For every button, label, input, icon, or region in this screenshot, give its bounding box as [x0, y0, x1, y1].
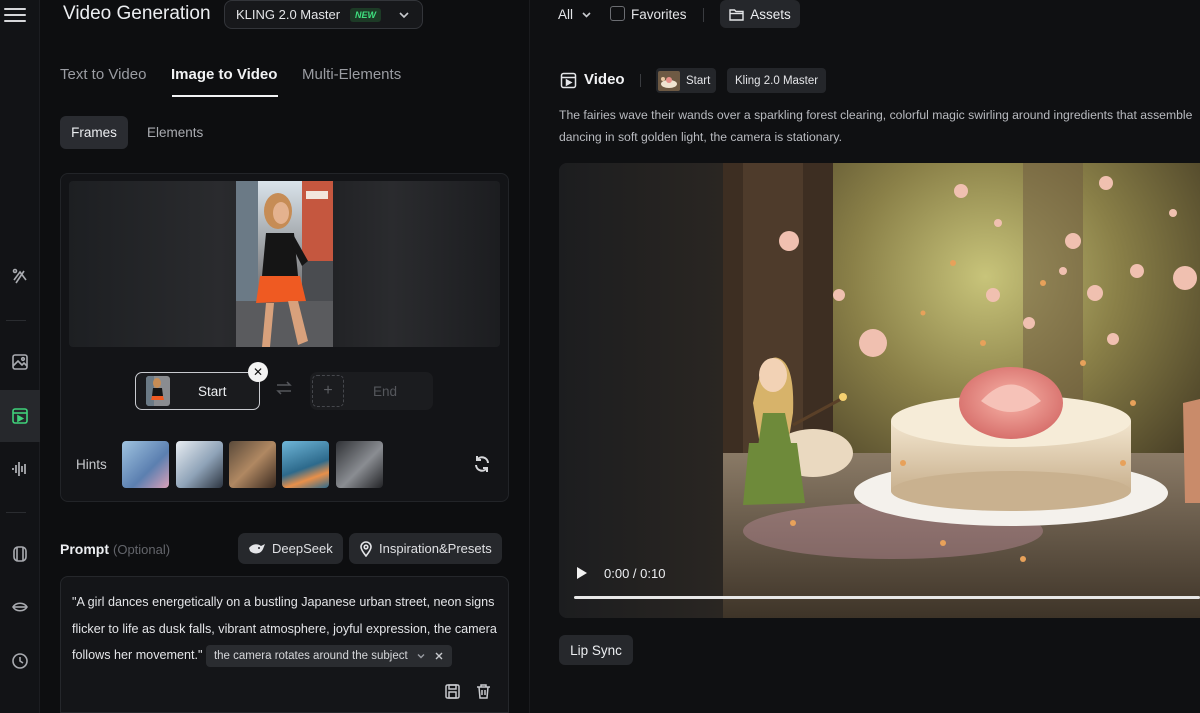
- tab-multi-elements[interactable]: Multi-Elements: [302, 66, 401, 83]
- video-description-line: dancing in soft golden light, the camera…: [559, 129, 842, 144]
- segment-elements[interactable]: Elements: [147, 125, 203, 140]
- deepseek-label: DeepSeek: [272, 541, 333, 556]
- start-frame-chip[interactable]: Start: [135, 372, 260, 410]
- deepseek-icon: [249, 543, 265, 553]
- start-frame-image: [236, 181, 333, 347]
- model-select-label: KLING 2.0 Master: [236, 7, 341, 22]
- start-frame-tag: Start: [656, 68, 717, 93]
- chevron-down-icon[interactable]: [416, 651, 426, 661]
- page-title: Video Generation: [63, 3, 211, 24]
- hint-thumbnail[interactable]: [282, 441, 329, 488]
- video-player[interactable]: [559, 163, 1200, 618]
- start-frame-thumbnail: [658, 70, 680, 91]
- video-time: 0:00 / 0:10: [604, 566, 666, 581]
- inspiration-presets-label: Inspiration&Presets: [379, 541, 492, 556]
- folder-icon: [729, 8, 744, 21]
- end-frame-label: End: [373, 383, 398, 399]
- hint-thumbnail[interactable]: [176, 441, 223, 488]
- rail-divider: [6, 512, 26, 513]
- refresh-icon[interactable]: [472, 454, 492, 474]
- start-frame-thumbnail: [146, 376, 170, 406]
- chevron-down-icon: [582, 12, 591, 18]
- save-icon[interactable]: [444, 683, 461, 700]
- end-frame-chip[interactable]: + End: [310, 372, 433, 410]
- favorites-checkbox[interactable]: [610, 6, 625, 21]
- video-frame: [723, 163, 1200, 618]
- inspiration-presets-button[interactable]: Inspiration&Presets: [349, 533, 502, 564]
- camera-suggestion-chip[interactable]: the camera rotates around the subject: [205, 644, 452, 667]
- swap-icon[interactable]: [275, 381, 293, 395]
- prompt-title: Prompt: [60, 541, 109, 557]
- active-tab-indicator: [172, 95, 278, 97]
- favorites-label[interactable]: Favorites: [631, 7, 687, 22]
- hint-thumbnail[interactable]: [122, 441, 169, 488]
- tab-text-to-video[interactable]: Text to Video: [60, 66, 146, 83]
- segment-frames[interactable]: Frames: [60, 116, 128, 149]
- menu-icon[interactable]: [4, 4, 26, 26]
- effects-icon[interactable]: [0, 250, 40, 302]
- plus-icon: +: [312, 375, 344, 407]
- header-separator: [640, 74, 641, 87]
- filter-all-dropdown[interactable]: All: [558, 7, 592, 22]
- assets-label: Assets: [750, 6, 791, 22]
- left-rail: [0, 0, 40, 713]
- assets-button[interactable]: Assets: [720, 0, 800, 28]
- video-description-line: The fairies wave their wands over a spar…: [559, 108, 1193, 122]
- model-tag: Kling 2.0 Master: [727, 68, 827, 93]
- header-separator: [703, 8, 704, 22]
- video-progress-bar[interactable]: [574, 596, 1200, 599]
- model-select[interactable]: KLING 2.0 Master NEW: [224, 0, 423, 29]
- start-frame-tag-label: Start: [686, 74, 711, 87]
- new-badge: NEW: [350, 7, 382, 22]
- prompt-text[interactable]: "A girl dances energetically on a bustli…: [72, 589, 502, 669]
- trash-icon[interactable]: [475, 683, 492, 700]
- close-icon[interactable]: ✕: [248, 362, 268, 382]
- location-pin-icon: [360, 540, 372, 557]
- tab-image-to-video[interactable]: Image to Video: [171, 66, 277, 83]
- video-icon[interactable]: [0, 390, 40, 442]
- video-letterbox: [559, 163, 723, 618]
- camera-suggestion-label: the camera rotates around the subject: [213, 649, 408, 662]
- prompt-label: Prompt (Optional): [60, 541, 170, 557]
- hints-label: Hints: [76, 457, 107, 472]
- chevron-down-icon: [399, 12, 409, 19]
- play-icon[interactable]: [576, 566, 588, 580]
- image-icon[interactable]: [0, 336, 40, 388]
- filter-all-label: All: [558, 7, 574, 22]
- hint-thumbnail[interactable]: [336, 441, 383, 488]
- hint-thumbnail[interactable]: [229, 441, 276, 488]
- rail-divider: [6, 320, 26, 321]
- video-title: Video: [584, 71, 625, 88]
- close-icon[interactable]: [434, 651, 444, 661]
- video-description: The fairies wave their wands over a spar…: [559, 105, 1200, 148]
- audio-icon[interactable]: [0, 443, 40, 495]
- history-icon[interactable]: [0, 635, 40, 687]
- avatar-icon[interactable]: [0, 528, 40, 580]
- start-frame-label: Start: [198, 383, 227, 399]
- prompt-optional: (Optional): [113, 542, 171, 557]
- deepseek-button[interactable]: DeepSeek: [238, 533, 343, 564]
- lips-icon[interactable]: [0, 581, 40, 633]
- lip-sync-button[interactable]: Lip Sync: [559, 635, 633, 665]
- video-icon: [560, 72, 577, 89]
